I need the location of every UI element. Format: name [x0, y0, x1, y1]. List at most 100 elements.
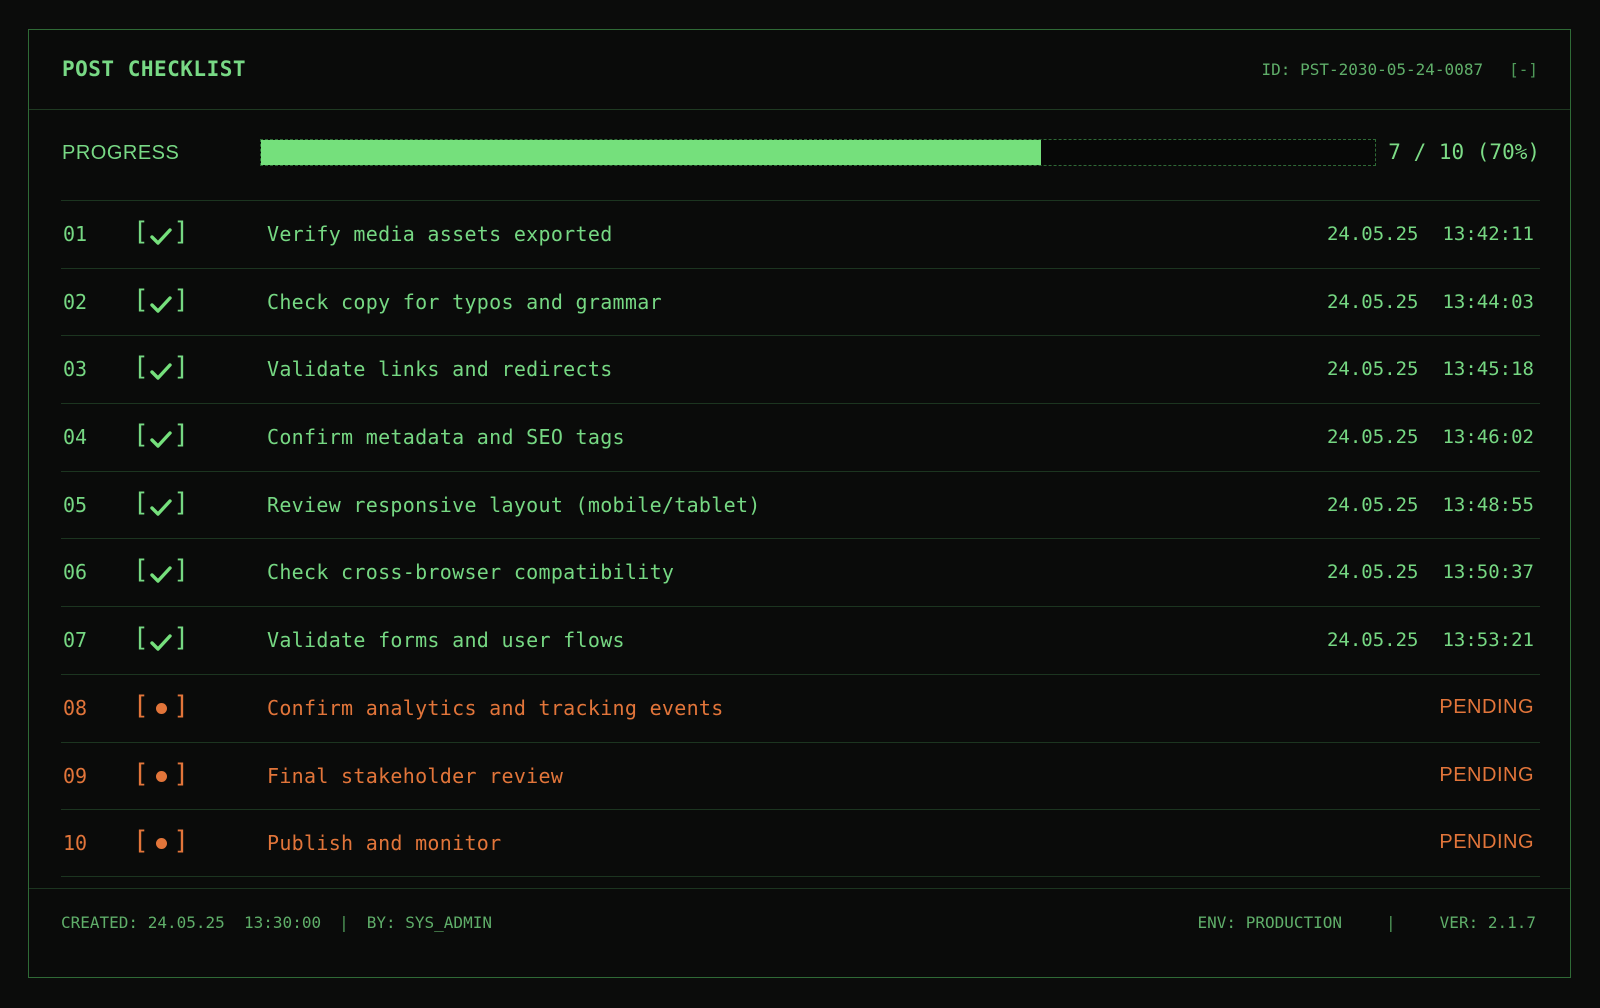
checklist-row[interactable]: 09 [] Final stakeholder review PENDING — [61, 741, 1540, 810]
checklist-row[interactable]: 05 [] Review responsive layout (mobile/tab… — [61, 470, 1540, 539]
progress-section: PROGRESS 7 / 10 (70%) — [62, 136, 1540, 172]
header-meta: ID: PST-2030-05-24-0087 [-] — [1262, 60, 1538, 79]
panel-footer: CREATED: 24.05.25 13:30:00 | BY: SYS_ADM… — [29, 888, 1570, 977]
created-info: CREATED: 24.05.25 13:30:00 — [61, 913, 322, 932]
progress-bar — [260, 139, 1376, 166]
item-date: 24.05.25 — [1326, 358, 1419, 381]
item-time: 13:42:11 — [1442, 223, 1534, 245]
item-number: 09 — [63, 763, 88, 788]
bracket-right: ] — [173, 826, 189, 857]
progress-count: 7 / 10 (70%) — [1388, 140, 1540, 164]
footer-separator: | — [1386, 913, 1396, 932]
pending-status: PENDING — [1439, 763, 1534, 786]
item-timestamp: 24.05.25 13:44:03 — [1327, 291, 1534, 313]
checklist-row[interactable]: 03 [] Validate links and redirects 24.05.25… — [61, 335, 1540, 403]
item-time: 13:46:02 — [1442, 426, 1534, 449]
item-time: 13:50:37 — [1442, 561, 1534, 584]
item-timestamp: 24.05.25 13:42:11 — [1327, 223, 1534, 245]
item-task: Check copy for typos and grammar — [267, 289, 662, 314]
bracket-left: [ — [133, 623, 149, 654]
pending-dot-icon — [156, 702, 167, 714]
item-checkbox[interactable]: [] — [133, 826, 189, 858]
item-checkbox[interactable]: [] — [133, 285, 189, 317]
item-number: 08 — [63, 695, 88, 720]
item-time: 13:53:21 — [1442, 629, 1534, 652]
checklist-row[interactable]: 02 [] Check copy for typos and grammar 24.0… — [61, 267, 1540, 336]
item-task: Review responsive layout (mobile/tablet) — [267, 492, 761, 517]
item-task: Final stakeholder review — [267, 763, 564, 788]
item-date: 24.05.25 — [1326, 493, 1419, 516]
item-time: 13:44:03 — [1442, 290, 1534, 313]
version-info: VER: 2.1.7 — [1439, 913, 1536, 932]
item-task: Validate forms and user flows — [267, 628, 625, 653]
check-icon — [150, 562, 172, 584]
checklist-row[interactable]: 01 [] Verify media assets exported 24.05.25… — [61, 200, 1540, 268]
page-title: POST CHECKLIST — [62, 57, 247, 81]
pending-dot-icon — [156, 770, 167, 782]
checklist-row[interactable]: 07 [] Validate forms and user flows 24.05.2… — [61, 606, 1540, 674]
bracket-right: ] — [173, 487, 189, 518]
item-task: Confirm metadata and SEO tags — [267, 425, 625, 450]
item-task: Verify media assets exported — [267, 222, 613, 246]
progress-bar-fill — [261, 140, 1041, 165]
footer-separator: | — [339, 913, 349, 932]
checklist-row[interactable]: 08 [] Confirm analytics and tracking event… — [61, 673, 1540, 742]
item-checkbox[interactable]: [] — [133, 217, 189, 249]
item-task: Publish and monitor — [267, 831, 502, 856]
item-number: 06 — [63, 560, 88, 585]
item-number: 04 — [63, 425, 88, 450]
collapse-button[interactable]: [-] — [1509, 60, 1538, 79]
item-checkbox[interactable]: [] — [133, 488, 189, 520]
item-checkbox[interactable]: [] — [133, 759, 189, 791]
item-date: 24.05.25 — [1326, 223, 1419, 245]
item-number: 05 — [63, 492, 88, 517]
item-date: 24.05.25 — [1326, 426, 1419, 449]
pending-status: PENDING — [1439, 695, 1534, 718]
bracket-left: [ — [133, 284, 149, 315]
check-icon — [150, 359, 172, 381]
check-icon — [150, 495, 172, 516]
environment-info: ENV: PRODUCTION — [1197, 913, 1343, 932]
item-checkbox[interactable]: [] — [133, 691, 189, 723]
bracket-left: [ — [133, 217, 149, 247]
item-task: Confirm analytics and tracking events — [267, 695, 724, 720]
item-number: 02 — [63, 289, 88, 314]
checklist-row[interactable]: 04 [] Confirm metadata and SEO tags 24.05.2… — [61, 403, 1540, 471]
item-timestamp: 24.05.25 13:46:02 — [1327, 426, 1534, 448]
bracket-left: [ — [133, 758, 149, 789]
checklist-items: 01 [] Verify media assets exported 24.05.25… — [61, 200, 1540, 877]
item-checkbox[interactable]: [] — [133, 555, 189, 587]
bracket-right: ] — [173, 284, 189, 315]
item-timestamp: 24.05.25 13:50:37 — [1327, 561, 1534, 583]
bracket-right: ] — [173, 623, 189, 654]
item-date: 24.05.25 — [1326, 290, 1419, 313]
item-task: Check cross-browser compatibility — [267, 560, 675, 585]
item-timestamp: 24.05.25 13:45:18 — [1327, 358, 1534, 380]
item-time: 13:45:18 — [1442, 358, 1534, 381]
item-task: Validate links and redirects — [267, 357, 613, 382]
bracket-right: ] — [173, 420, 189, 451]
checklist-row[interactable]: 10 [] Publish and monitor PENDING — [61, 809, 1540, 877]
item-date: 24.05.25 — [1326, 629, 1419, 652]
footer-left: CREATED: 24.05.25 13:30:00 | BY: SYS_ADM… — [61, 913, 492, 932]
panel-header: POST CHECKLIST ID: PST-2030-05-24-0087 [… — [29, 30, 1570, 110]
item-date: 24.05.25 — [1326, 561, 1419, 584]
item-number: 07 — [63, 628, 88, 653]
progress-label: PROGRESS — [62, 142, 180, 164]
bracket-left: [ — [133, 352, 149, 383]
item-checkbox[interactable]: [] — [133, 623, 189, 655]
item-timestamp: 24.05.25 13:48:55 — [1327, 494, 1534, 516]
bracket-right: ] — [173, 555, 189, 586]
bracket-left: [ — [133, 690, 149, 721]
bracket-right: ] — [173, 352, 189, 383]
bracket-right: ] — [173, 758, 189, 789]
bracket-left: [ — [133, 420, 149, 451]
bracket-right: ] — [173, 217, 189, 247]
item-timestamp: 24.05.25 13:53:21 — [1327, 629, 1534, 651]
item-checkbox[interactable]: [] — [133, 420, 189, 452]
checklist-row[interactable]: 06 [] Check cross-browser compatibility 24.… — [61, 538, 1540, 606]
bracket-left: [ — [133, 555, 149, 586]
footer-right: ENV: PRODUCTION | VER: 2.1.7 — [1198, 913, 1536, 932]
item-checkbox[interactable]: [] — [133, 352, 189, 384]
item-number: 01 — [63, 222, 88, 246]
